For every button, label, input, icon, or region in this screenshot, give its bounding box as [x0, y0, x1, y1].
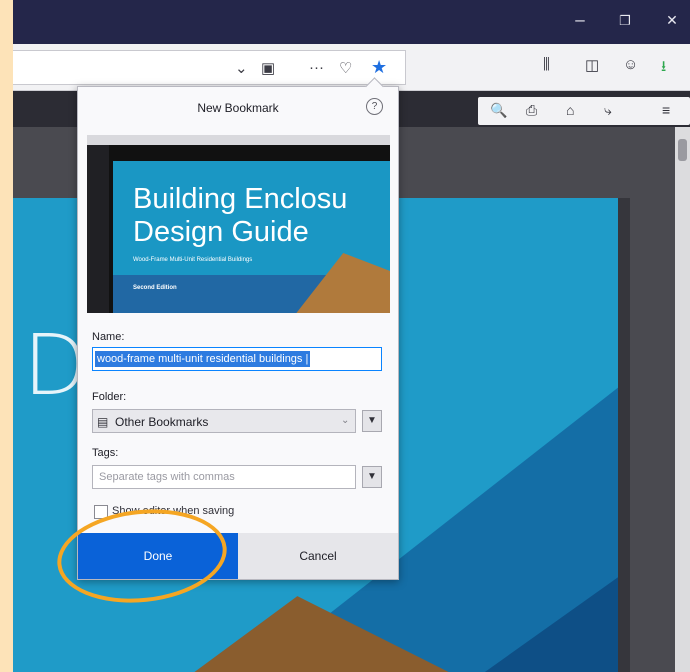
preview-title: Building Enclosu Design Guide: [133, 183, 347, 249]
pdf-print-icon[interactable]: ⎙: [526, 102, 537, 119]
url-dropdown-icon[interactable]: ⌄: [235, 59, 248, 77]
preview-edition: Second Edition: [133, 285, 177, 291]
folder-label: Folder:: [92, 391, 127, 403]
panel-title: New Bookmark: [197, 101, 279, 115]
preview-cover: Building Enclosu Design Guide Wood-Frame…: [113, 161, 390, 313]
preview-sidebar: [87, 145, 109, 313]
preview-title-line2: Design Guide: [133, 216, 309, 248]
folder-icon: ▤: [97, 415, 109, 429]
name-label: Name:: [92, 331, 125, 343]
new-bookmark-panel: New Bookmark ? Building Enclosu Design G…: [77, 77, 399, 580]
scrollbar-thumb[interactable]: [678, 139, 687, 161]
minimize-button[interactable]: –: [568, 10, 592, 30]
close-window-button[interactable]: ✕: [660, 12, 684, 29]
page-shadow: [618, 198, 630, 672]
page-preview-thumbnail: Building Enclosu Design Guide Wood-Frame…: [87, 135, 390, 313]
pdf-save-icon[interactable]: ⌂: [566, 102, 574, 118]
url-bar[interactable]: ⌄ ▣ ··· ♡ ★: [13, 50, 406, 85]
title-bar: – ❐ ✕: [13, 0, 690, 44]
folder-select[interactable]: ▤ Other Bookmarks ⌄: [92, 409, 356, 433]
vertical-scrollbar[interactable]: [675, 127, 690, 672]
preview-toolbar-strip: [87, 135, 390, 145]
tags-placeholder: Separate tags with commas: [99, 471, 235, 483]
reader-view-icon[interactable]: ▣: [261, 59, 275, 77]
sidebar-icon[interactable]: ◫: [585, 56, 599, 74]
bookmark-name-value: wood-frame multi-unit residential buildi…: [95, 351, 311, 367]
pocket-icon[interactable]: ♡: [339, 59, 352, 77]
chevron-down-icon: ⌄: [341, 415, 350, 426]
bookmark-star-icon[interactable]: ★: [371, 57, 387, 78]
folder-tree-expander[interactable]: ▼: [362, 410, 382, 432]
preview-subtitle: Wood-Frame Multi-Unit Residential Buildi…: [133, 257, 253, 263]
page-actions-icon[interactable]: ···: [309, 59, 324, 76]
pdf-toolbar: 🔍 ⎙ ⌂ ⤷ ≡: [478, 97, 690, 125]
maximize-button[interactable]: ❐: [613, 13, 637, 29]
preview-title-line1: Building Enclosu: [133, 183, 348, 215]
folder-value: Other Bookmarks: [115, 415, 209, 429]
account-icon[interactable]: ☺: [623, 56, 638, 73]
navigation-toolbar: ⌄ ▣ ··· ♡ ★ ⫼ ◫ ☺ ⭳: [13, 44, 690, 91]
pdf-presentation-icon[interactable]: ⤷: [604, 102, 612, 119]
help-icon[interactable]: ?: [366, 98, 383, 115]
tags-expander[interactable]: ▼: [362, 466, 382, 488]
cancel-button[interactable]: Cancel: [238, 533, 398, 579]
pdf-search-icon[interactable]: 🔍: [490, 102, 507, 119]
library-icon[interactable]: ⫼: [543, 56, 550, 73]
tags-label: Tags:: [92, 447, 119, 459]
pdf-menu-icon[interactable]: ≡: [662, 102, 670, 118]
bookmark-name-input[interactable]: wood-frame multi-unit residential buildi…: [92, 347, 382, 371]
download-icon[interactable]: ⭳: [661, 56, 666, 81]
tags-input[interactable]: Separate tags with commas: [92, 465, 356, 489]
